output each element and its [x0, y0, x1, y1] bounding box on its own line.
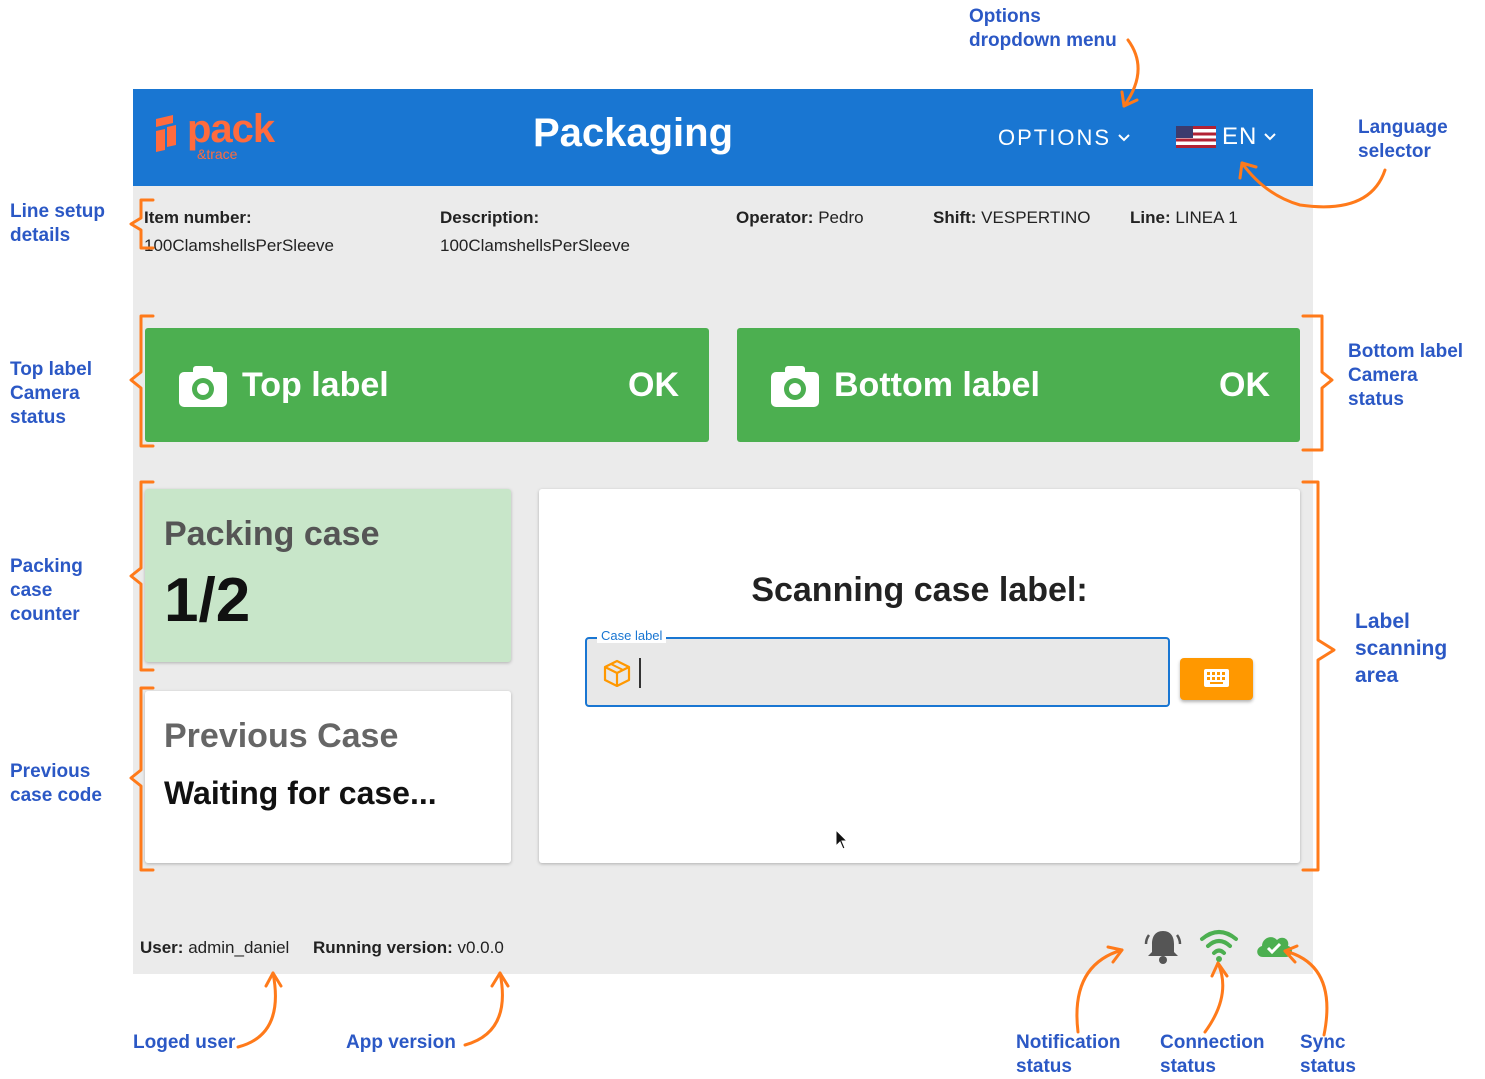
annotation-notification-status: Notification status: [1016, 1032, 1121, 1077]
line-setup-bracket: [129, 198, 155, 250]
annotation-app-version: App version: [346, 1032, 456, 1053]
user-arrow: [236, 971, 277, 1049]
scanning-area-bracket: [1301, 480, 1336, 872]
sync-arrow: [1283, 949, 1329, 1037]
annotation-options-menu: Options dropdown menu: [969, 6, 1117, 51]
annotation-language-selector: Language selector: [1358, 117, 1448, 162]
annotation-overlay: [129, 38, 1387, 1049]
annotation-scanning-area: Label scanning area: [1355, 610, 1448, 687]
language-arrow: [1240, 161, 1387, 209]
annotation-sync-status: Sync status: [1300, 1032, 1356, 1077]
top-camera-bracket: [129, 314, 155, 448]
annotation-packing-counter: Packing case counter: [10, 556, 83, 625]
previous-case-bracket: [129, 686, 155, 872]
options-arrow: [1122, 38, 1140, 108]
bottom-camera-bracket: [1301, 314, 1334, 452]
notification-arrow: [1075, 948, 1124, 1034]
annotation-line-setup: Line setup details: [10, 201, 106, 246]
annotation-bottom-camera: Bottom label Camera status: [1348, 341, 1464, 410]
annotation-logged-user: Loged user: [133, 1032, 236, 1053]
packing-counter-bracket: [129, 480, 155, 672]
annotation-connection-status: Connection status: [1160, 1032, 1265, 1077]
annotation-top-camera: Top label Camera status: [10, 359, 92, 428]
version-arrow: [463, 971, 504, 1047]
annotation-previous-code: Previous case code: [10, 761, 102, 806]
